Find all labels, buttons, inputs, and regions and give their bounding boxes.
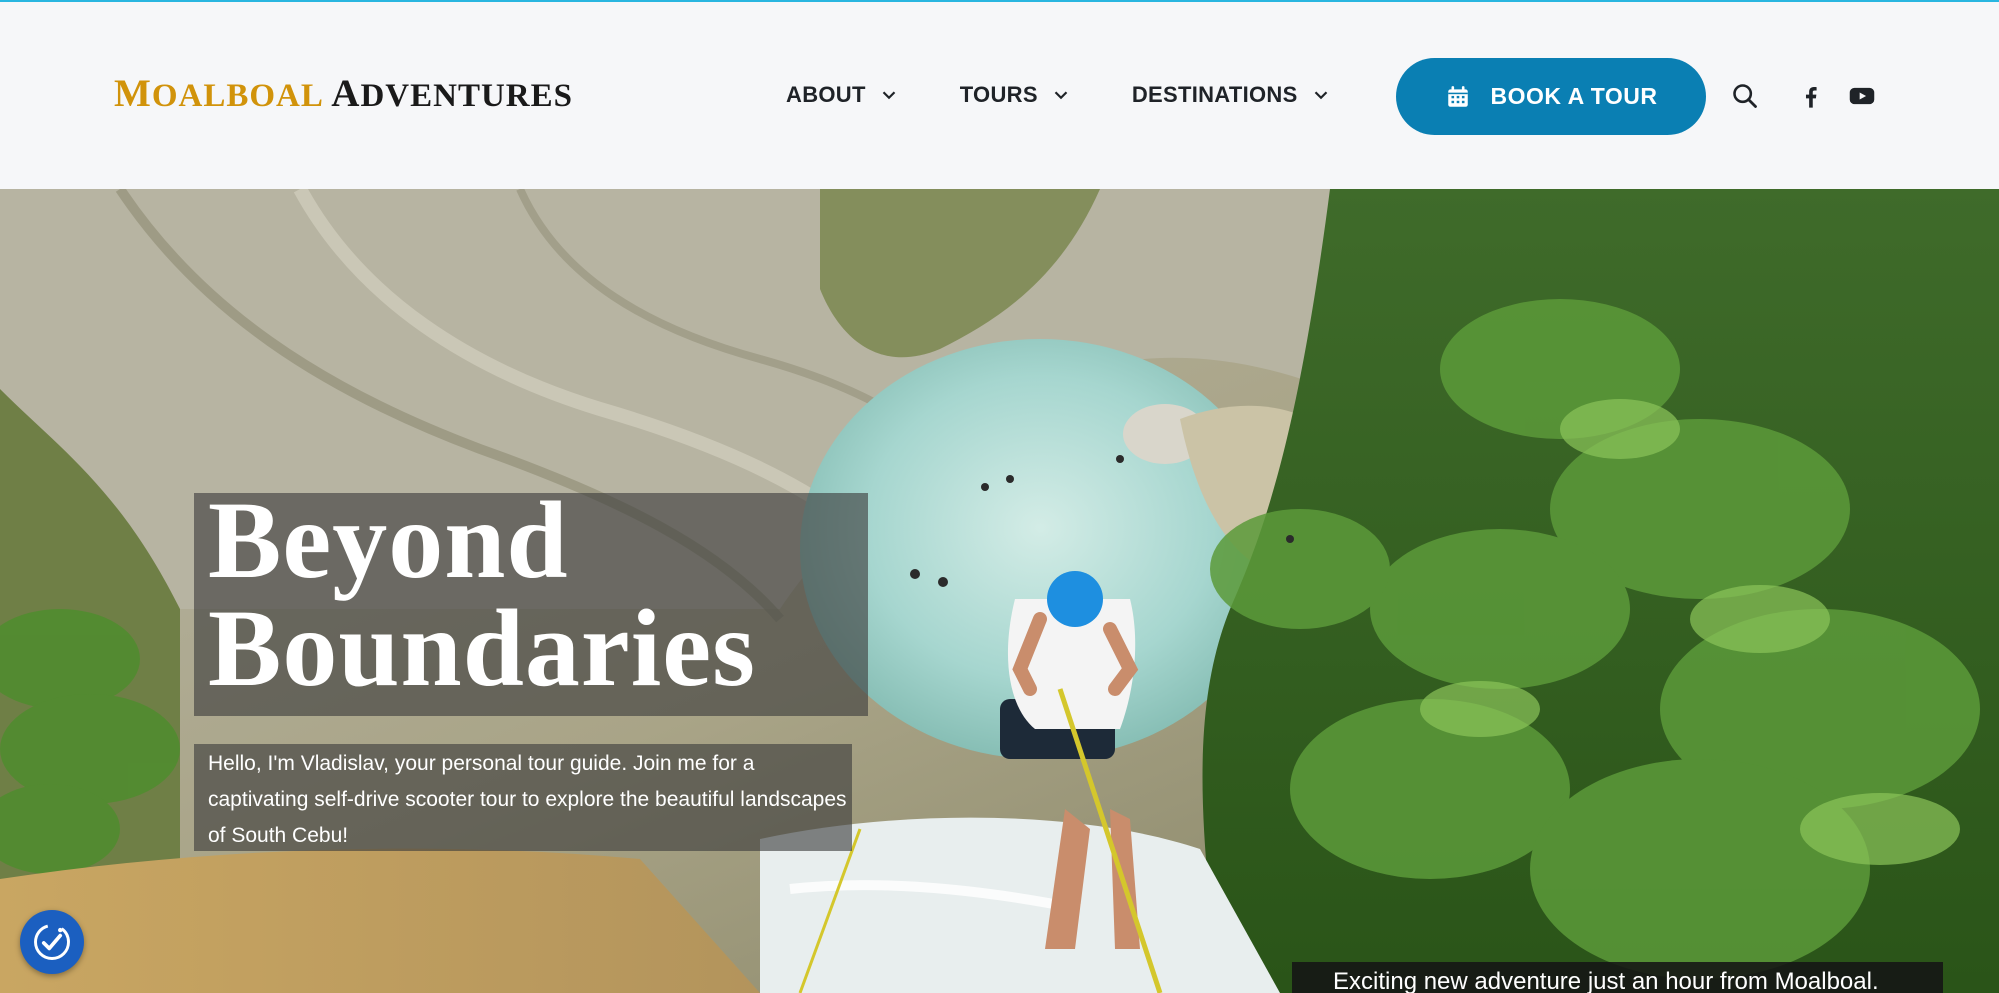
logo-word-2: ADVENTURES [331, 72, 573, 115]
chevron-down-icon [882, 91, 895, 100]
headline-line-1: Beyond [208, 479, 569, 601]
headline-line-2: Boundaries [208, 587, 756, 709]
nav-label-about: ABOUT [786, 82, 866, 107]
nav-label-tours: TOURS [959, 82, 1038, 107]
book-a-tour-label: BOOK A TOUR [1490, 83, 1658, 109]
hero-headline: Beyond Boundaries [208, 485, 868, 703]
youtube-icon[interactable] [1848, 82, 1876, 110]
chevron-down-icon [1054, 91, 1068, 100]
logo-word-1: MOALBOAL [114, 72, 323, 115]
facebook-icon[interactable] [1797, 82, 1825, 110]
nav-label-destinations: DESTINATIONS [1131, 82, 1298, 107]
hero-caption: Exciting new adventure just an hour from… [1333, 968, 1879, 993]
accessibility-icon [34, 924, 70, 960]
nav-item-destinations[interactable]: DESTINATIONS [1132, 75, 1332, 115]
nav-item-tours[interactable]: TOURS [960, 75, 1072, 115]
calendar-icon [1447, 85, 1468, 107]
accessibility-button[interactable] [20, 910, 84, 974]
site-header: MOALBOAL ADVENTURES ABOUT TOURS DESTINAT… [0, 2, 1999, 189]
book-a-tour-button[interactable]: BOOK A TOUR [1396, 58, 1706, 135]
hero-section: Beyond Boundaries Hello, I'm Vladislav, … [0, 189, 1999, 993]
main-nav: ABOUT TOURS DESTINATIONS [786, 75, 1332, 115]
search-icon[interactable] [1731, 82, 1759, 110]
site-logo[interactable]: MOALBOAL ADVENTURES [114, 72, 573, 115]
chevron-down-icon [1314, 91, 1327, 100]
hero-intro-text: Hello, I'm Vladislav, your personal tour… [208, 752, 847, 847]
nav-item-about[interactable]: ABOUT [786, 75, 900, 115]
